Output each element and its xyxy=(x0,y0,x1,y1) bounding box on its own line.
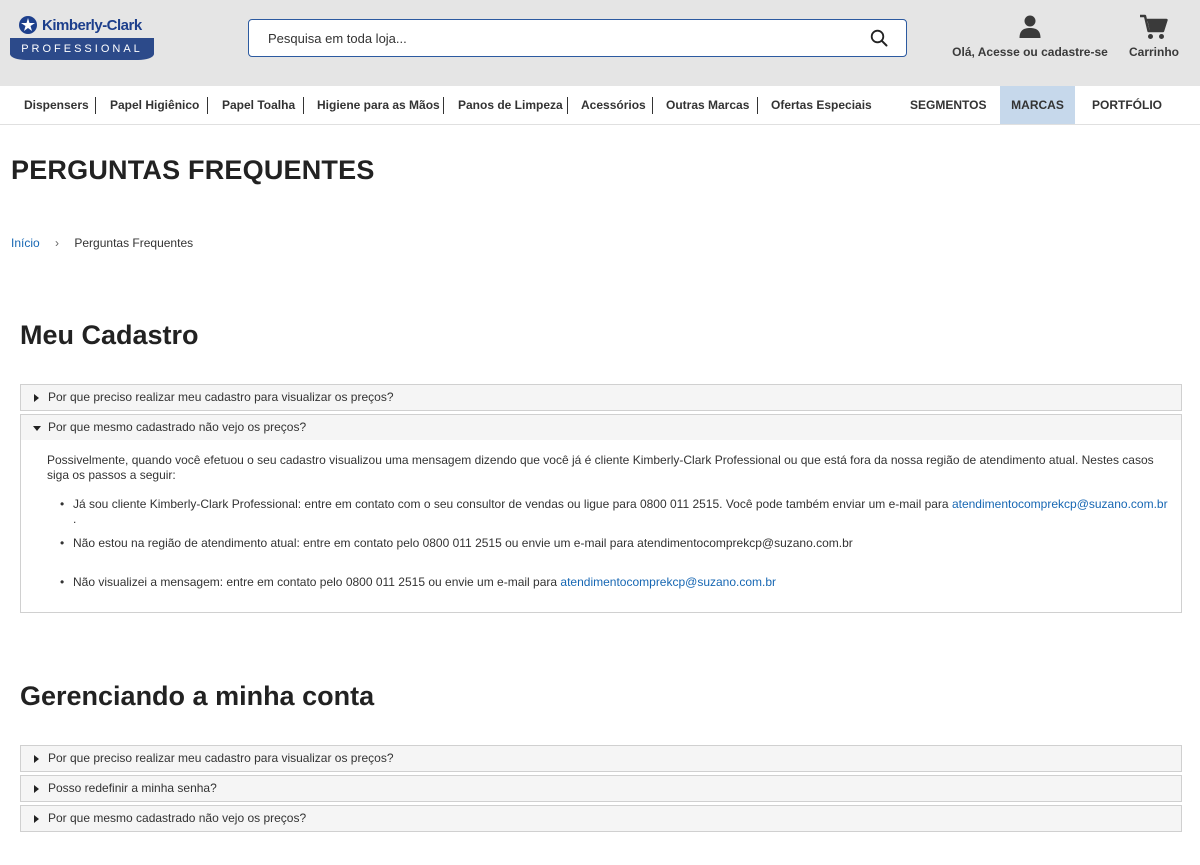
kc-star-icon xyxy=(19,16,37,34)
faq-question[interactable]: Posso redefinir a minha senha? xyxy=(20,775,1182,802)
caret-right-icon xyxy=(34,755,39,763)
faq-question-label: Por que preciso realizar meu cadastro pa… xyxy=(48,751,394,765)
logo-brand-text: Kimberly-Clark xyxy=(42,16,142,34)
search-box xyxy=(248,19,907,57)
faq-question-label: Por que preciso realizar meu cadastro pa… xyxy=(48,390,394,404)
answer-bullet-end: . xyxy=(73,512,77,526)
search-icon[interactable] xyxy=(870,29,888,47)
nav-divider xyxy=(652,97,653,114)
faq-question-label: Por que mesmo cadastrado não vejo os pre… xyxy=(48,811,307,825)
faq-question[interactable]: Por que preciso realizar meu cadastro pa… xyxy=(20,745,1182,772)
faq-question-expanded[interactable]: Por que mesmo cadastrado não vejo os pre… xyxy=(20,414,1182,441)
nav-item-marcas[interactable]: MARCAS xyxy=(1000,86,1075,124)
breadcrumb: Início › Perguntas Frequentes xyxy=(11,236,193,250)
nav-divider xyxy=(207,97,208,114)
nav-item-higiene-maos[interactable]: Higiene para as Mãos xyxy=(317,86,440,124)
caret-right-icon xyxy=(34,785,39,793)
main-nav: Dispensers Papel Higiênico Papel Toalha … xyxy=(0,86,1200,125)
chevron-right-icon: › xyxy=(55,236,60,250)
user-icon xyxy=(1019,15,1041,38)
nav-item-panos-limpeza[interactable]: Panos de Limpeza xyxy=(458,86,563,124)
nav-divider xyxy=(443,97,444,114)
cart-label: Carrinho xyxy=(1128,45,1179,59)
nav-item-acessorios[interactable]: Acessórios xyxy=(581,86,646,124)
caret-down-icon xyxy=(33,426,41,431)
answer-bullet: Já sou cliente Kimberly-Clark Profession… xyxy=(60,497,1173,527)
nav-divider xyxy=(567,97,568,114)
cart-link[interactable]: Carrinho xyxy=(1124,14,1184,64)
answer-bullet-text: Já sou cliente Kimberly-Clark Profession… xyxy=(73,497,949,511)
nav-item-papel-toalha[interactable]: Papel Toalha xyxy=(222,86,295,124)
faq-question-label: Por que mesmo cadastrado não vejo os pre… xyxy=(48,420,307,434)
kimberly-clark-logo[interactable]: Kimberly-Clark PROFESSIONAL xyxy=(10,10,154,60)
logo-brand-row: Kimberly-Clark xyxy=(10,10,154,40)
nav-divider xyxy=(757,97,758,114)
email-link[interactable]: atendimentocomprekcp@suzano.com.br xyxy=(952,497,1168,511)
answer-bullet-text: Não estou na região de atendimento atual… xyxy=(73,536,853,550)
faq-question[interactable]: Por que preciso realizar meu cadastro pa… xyxy=(20,384,1182,411)
answer-bullet-text: Não visualizei a mensagem: entre em cont… xyxy=(73,575,558,589)
nav-divider xyxy=(95,97,96,114)
faq-answer: Possivelmente, quando você efetuou o seu… xyxy=(20,440,1182,613)
nav-item-portfolio[interactable]: PORTFÓLIO xyxy=(1092,86,1162,124)
breadcrumb-current: Perguntas Frequentes xyxy=(74,236,194,250)
nav-divider xyxy=(303,97,304,114)
answer-bullet: Não visualizei a mensagem: entre em cont… xyxy=(60,575,1173,590)
account-link[interactable]: Olá, Acesse ou cadastre-se xyxy=(950,14,1110,64)
breadcrumb-home-link[interactable]: Início xyxy=(11,236,40,250)
site-header: Kimberly-Clark PROFESSIONAL Olá, Acesse … xyxy=(0,0,1200,86)
faq-question[interactable]: Por que mesmo cadastrado não vejo os pre… xyxy=(20,805,1182,832)
cart-icon xyxy=(1140,14,1168,39)
section-title-gerenciando-conta: Gerenciando a minha conta xyxy=(20,681,375,711)
answer-intro: Possivelmente, quando você efetuou o seu… xyxy=(47,453,1154,482)
nav-item-segmentos[interactable]: SEGMENTOS xyxy=(910,86,986,124)
logo-sub-text: PROFESSIONAL xyxy=(10,38,154,60)
nav-item-papel-higienico[interactable]: Papel Higiênico xyxy=(110,86,199,124)
page-title: PERGUNTAS FREQUENTES xyxy=(11,155,375,185)
account-label: Olá, Acesse ou cadastre-se xyxy=(952,45,1108,59)
caret-right-icon xyxy=(34,394,39,402)
nav-item-ofertas-especiais[interactable]: Ofertas Especiais xyxy=(771,86,872,124)
search-input[interactable] xyxy=(259,20,849,56)
caret-right-icon xyxy=(34,815,39,823)
section-title-meu-cadastro: Meu Cadastro xyxy=(20,320,199,350)
nav-item-outras-marcas[interactable]: Outras Marcas xyxy=(666,86,749,124)
faq-question-label: Posso redefinir a minha senha? xyxy=(48,781,217,795)
answer-bullet: Não estou na região de atendimento atual… xyxy=(60,536,1173,551)
email-link[interactable]: atendimentocomprekcp@suzano.com.br xyxy=(560,575,776,589)
nav-item-dispensers[interactable]: Dispensers xyxy=(24,86,89,124)
